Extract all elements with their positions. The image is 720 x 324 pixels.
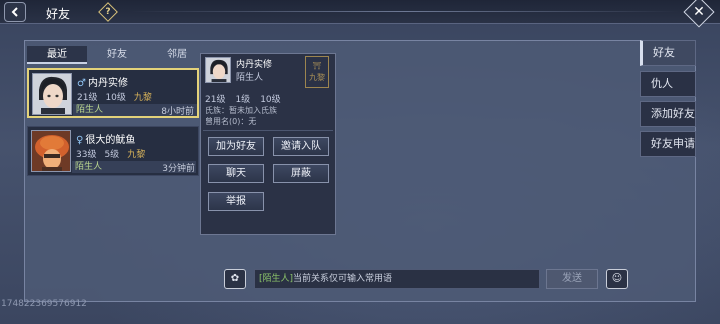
guild-line: 氏族：暂未加入氏族: [205, 106, 277, 115]
house-level-text: 10级: [105, 93, 126, 103]
level-text: 21级: [77, 93, 98, 103]
top-bar: 好友 ? ✕: [0, 0, 720, 28]
guild-badge-text: 九黎: [309, 73, 325, 82]
friend-card[interactable]: ♀ 很大的鱿鱼 33级 5级 九黎 陌生人 3分钟前: [27, 126, 199, 176]
avatar: [205, 57, 231, 83]
avatar: [32, 73, 72, 115]
send-button[interactable]: 发送: [546, 269, 598, 289]
popup-level: 21级: [205, 95, 226, 105]
relation-text: 陌生人: [76, 105, 104, 115]
house-level-text: 5级: [104, 150, 120, 160]
guild-text: 九黎: [127, 150, 146, 160]
popup-player-name: 内丹实修: [236, 60, 273, 70]
chat-tag: [陌生人]: [259, 274, 294, 284]
help-glyph: ?: [105, 7, 111, 17]
popup-divider: [203, 130, 333, 131]
tab-add-friend[interactable]: 添加好友: [640, 101, 696, 127]
popup-relation: 陌生人: [236, 73, 264, 83]
male-icon: ♂: [77, 78, 86, 89]
close-icon[interactable]: ✕: [683, 0, 715, 28]
topbar-divider: [130, 11, 680, 12]
tab-friends-list[interactable]: 好友: [640, 40, 696, 66]
friend-name-text: 内丹实修: [87, 78, 128, 89]
avatar: [31, 130, 71, 172]
help-diamond-icon[interactable]: ?: [98, 2, 118, 22]
left-chevron-icon[interactable]: [4, 2, 26, 22]
tab-recent[interactable]: 最近: [27, 46, 87, 64]
emote-icon[interactable]: ✿: [224, 269, 246, 289]
friend-category-tabs: 最近 好友 邻居: [27, 46, 207, 64]
tab-neighbors[interactable]: 邻居: [147, 46, 207, 64]
popup-info: 氏族：暂未加入氏族 曾用名(0)：无: [205, 105, 277, 127]
player-info-popup: 内丹实修 陌生人 ⛩ 九黎 21级 1级 10级 氏族：暂未加入氏族 曾用名(0…: [200, 53, 336, 235]
tab-friend-requests[interactable]: 好友申请: [640, 131, 696, 157]
alias-line: 曾用名(0)：无: [205, 117, 257, 126]
last-seen-time: 8小时前: [161, 107, 194, 117]
page-title: 好友: [46, 7, 71, 21]
smiley-icon[interactable]: ☺: [606, 269, 628, 289]
popup-stats: 21级 1级 10级: [205, 92, 333, 105]
block-button[interactable]: 屏蔽: [273, 164, 329, 183]
friend-stats: 33级 5级 九黎: [76, 147, 145, 160]
friend-card[interactable]: ♂ 内丹实修 21级 10级 九黎 陌生人 8小时前: [27, 68, 199, 118]
female-icon: ♀: [76, 135, 84, 146]
guild-emblem-icon: ⛩ 九黎: [305, 56, 329, 88]
relation-text: 陌生人: [75, 162, 103, 172]
popup-rank: 1级: [235, 95, 251, 105]
friend-name-text: 很大的鱿鱼: [85, 135, 136, 146]
popup-house-level: 10级: [260, 95, 281, 105]
tab-enemies[interactable]: 仇人: [640, 71, 696, 97]
friend-name: ♀ 很大的鱿鱼: [76, 131, 135, 146]
level-text: 33级: [76, 150, 97, 160]
invite-team-button[interactable]: 邀请入队: [273, 137, 329, 156]
chat-hint: 当前关系仅可输入常用语: [293, 274, 393, 284]
guild-text: 九黎: [133, 93, 152, 103]
report-button[interactable]: 举报: [208, 192, 264, 211]
friend-stats: 21级 10级 九黎: [77, 90, 152, 103]
add-friend-button[interactable]: 加为好友: [208, 137, 264, 156]
last-seen-time: 3分钟前: [162, 164, 195, 174]
friend-name: ♂ 内丹实修: [77, 74, 128, 89]
chat-button[interactable]: 聊天: [208, 164, 264, 183]
player-uid: 174822369576912: [1, 299, 87, 309]
chat-input[interactable]: [陌生人]当前关系仅可输入常用语: [254, 269, 540, 289]
tab-friends[interactable]: 好友: [87, 46, 147, 64]
